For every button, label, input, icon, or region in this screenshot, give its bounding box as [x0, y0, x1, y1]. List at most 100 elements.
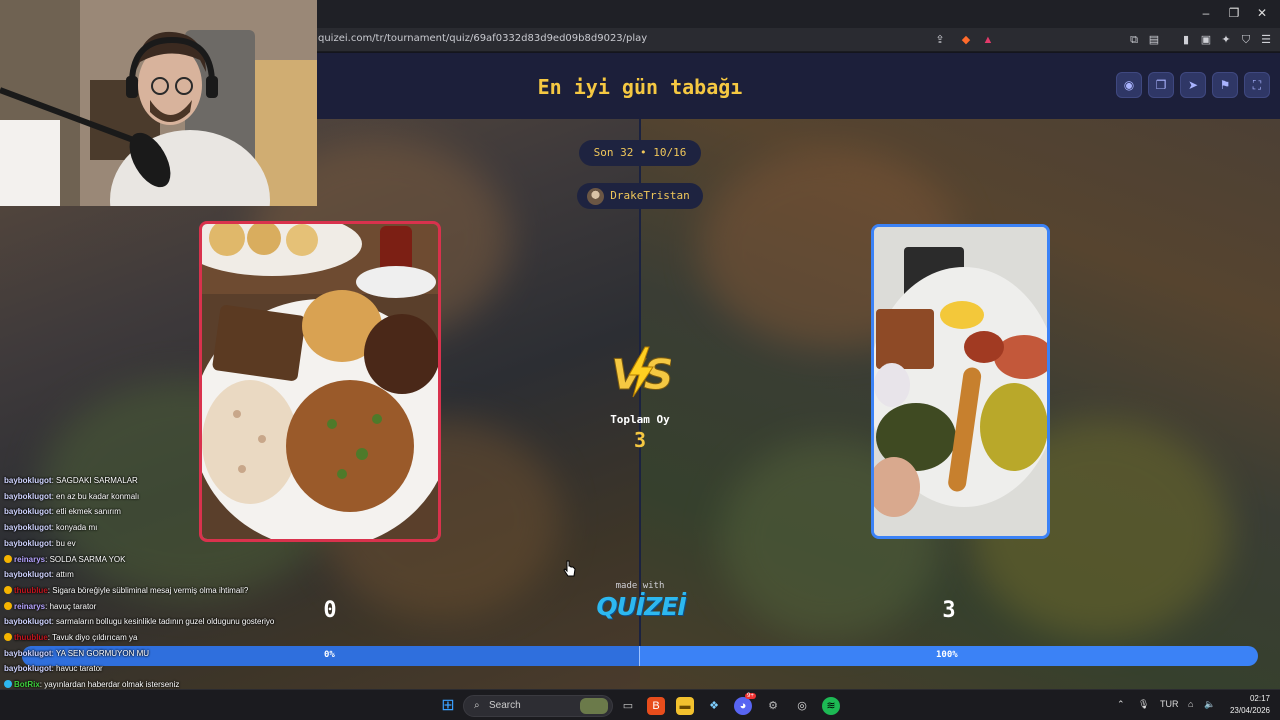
screen: – ❐ ✕ quizei.com/tr/tournament/quiz/69af…	[0, 0, 1280, 720]
chat-message: bayboklugot: etli ekmek sanırım	[4, 507, 121, 516]
leo-ai-icon[interactable]: ✦	[1218, 32, 1234, 48]
brave-rewards-icon[interactable]: ▲	[980, 32, 996, 48]
total-votes-label: Toplam Oy	[610, 413, 670, 426]
right-food-photo	[874, 227, 1047, 536]
menu-icon[interactable]: ☰	[1258, 32, 1274, 48]
chat-text: : SOLDA SARMA YOK	[45, 554, 126, 564]
progress-divider	[639, 646, 640, 666]
tray-expand-icon[interactable]: ⌃	[1117, 699, 1125, 710]
chat-message: thuublue: Tavuk diyo çıldırıcam ya	[4, 633, 137, 642]
close-button[interactable]: ✕	[1252, 6, 1272, 20]
chat-text: : en az bu kadar konmalı	[51, 491, 140, 501]
taskbar-search[interactable]: ⌕ Search	[463, 695, 613, 717]
bookmarks-icon[interactable]: ▤	[1146, 32, 1162, 48]
chat-text: : attım	[51, 570, 74, 580]
player-avatar	[587, 188, 604, 205]
chat-text: : Tavuk diyo çıldırıcam ya	[47, 633, 138, 642]
chat-text: : konyada mı	[51, 523, 98, 533]
chat-username: thuublue	[14, 633, 48, 642]
wallet-icon[interactable]: ▣	[1198, 32, 1214, 48]
chat-message: bayboklugot: sarmaların bollugu kesinlik…	[4, 617, 274, 626]
right-percent: 100%	[936, 650, 958, 660]
minimize-button[interactable]: –	[1196, 6, 1216, 20]
chat-message: bayboklugot: SAGDAKI SARMALAR	[4, 476, 138, 485]
brave-browser-icon[interactable]: B	[647, 697, 665, 715]
volume-icon[interactable]: 🔈	[1204, 699, 1215, 710]
search-highlight-icon	[580, 698, 608, 714]
quizei-logo[interactable]: QUİZEİ	[596, 592, 686, 621]
start-icon[interactable]: ⊞	[439, 697, 457, 715]
right-option-card[interactable]	[871, 224, 1050, 539]
chat-text: : havuç tarator	[45, 601, 97, 611]
chat-message: bayboklugot: YA SEN GORMUYON MU	[4, 649, 149, 658]
extensions-icon[interactable]: ⧉	[1126, 32, 1142, 48]
mouse-cursor-icon	[563, 560, 576, 577]
vs-icon: VS	[611, 346, 671, 399]
chat-badge-icon	[4, 601, 12, 610]
discord-badge: 9+	[745, 693, 756, 699]
chat-text: : YA SEN GORMUYON MU	[51, 648, 150, 658]
chat-username: bayboklugot	[4, 523, 52, 533]
chat-message: bayboklugot: havuc tarator	[4, 664, 103, 673]
player-name: DrakeTristan	[610, 189, 690, 202]
chat-username: bayboklugot	[4, 538, 52, 548]
language-indicator[interactable]: TUR	[1160, 699, 1179, 709]
chat-badge-icon	[4, 585, 12, 594]
spotify-icon[interactable]: ≋	[822, 697, 840, 715]
copy-icon[interactable]: ❐	[1148, 72, 1174, 98]
address-bar[interactable]: quizei.com/tr/tournament/quiz/69af0332d8…	[318, 33, 647, 44]
total-votes-count: 3	[633, 428, 647, 452]
clock-time: 02:17	[1249, 694, 1270, 703]
made-with-label: made with	[615, 581, 665, 591]
obs-icon[interactable]: ◎	[793, 697, 811, 715]
settings-icon[interactable]: ⚙	[764, 697, 782, 715]
chat-message: reinarys: havuç tarator	[4, 601, 97, 611]
app-icon[interactable]: ❖	[705, 697, 723, 715]
chat-text: : SAGDAKI SARMALAR	[51, 476, 138, 485]
clock-date: 23/04/2026	[1229, 706, 1270, 715]
chat-message: bayboklugot: attım	[4, 570, 74, 579]
round-badge: Son 32 • 10/16	[579, 140, 701, 166]
task-view-icon[interactable]: ▭	[619, 697, 637, 715]
chat-text: : havuc tarator	[51, 664, 103, 674]
clock[interactable]: 02:17 23/04/2026	[1226, 693, 1270, 717]
chat-username: bayboklugot	[4, 476, 52, 485]
discord-icon[interactable]: ◕	[734, 697, 752, 715]
chat-username: BotRix	[14, 680, 40, 690]
chat-badge-icon	[4, 680, 12, 689]
microphone-icon[interactable]: 🎙	[1138, 699, 1149, 710]
chat-badge-icon	[4, 554, 12, 563]
fullscreen-icon[interactable]: ⛶	[1244, 72, 1270, 98]
chat-username: bayboklugot	[4, 664, 52, 674]
search-icon: ⌕	[474, 700, 480, 711]
restore-button[interactable]: ❐	[1224, 6, 1244, 20]
chat-username: reinarys	[14, 601, 46, 611]
chat-username: bayboklugot	[4, 617, 52, 627]
chat-username: reinarys	[14, 554, 46, 564]
chat-text: : bu ev	[51, 538, 76, 548]
file-explorer-icon[interactable]: ▬	[676, 697, 694, 715]
chat-username: bayboklugot	[4, 507, 52, 517]
network-icon[interactable]: ⌂	[1188, 699, 1193, 709]
streamer-webcam	[0, 0, 317, 206]
chat-message: BotRix: yayınlardan haberdar olmak ister…	[4, 680, 179, 689]
brave-shield-icon[interactable]: ◆	[958, 32, 974, 48]
chat-username: thuublue	[14, 585, 48, 595]
sidebar-icon[interactable]: ▮	[1178, 32, 1194, 48]
chat-message: bayboklugot: en az bu kadar konmalı	[4, 492, 139, 501]
chat-username: bayboklugot	[4, 648, 52, 658]
send-icon[interactable]: ➤	[1180, 72, 1206, 98]
chat-message: reinarys: SOLDA SARMA YOK	[4, 554, 126, 564]
windows-taskbar: ⊞ ⌕ Search ▭ B ▬ ❖ ◕ 9+ ⚙ ◎ ≋ ⌃ 🎙 TUR ⌂ …	[0, 689, 1280, 720]
chat-overlay: bayboklugot: SAGDAKI SARMALAR bayboklugot…	[0, 472, 320, 720]
vpn-icon[interactable]: ⛉	[1238, 32, 1254, 48]
chat-message: thuublue: Sigara böreğiyle sübliminal me…	[4, 585, 248, 595]
player-badge: DrakeTristan	[577, 183, 703, 209]
chat-badge-icon	[4, 633, 12, 641]
chat-message: bayboklugot: bu ev	[4, 539, 76, 548]
chat-text: : etli ekmek sanırım	[51, 507, 121, 517]
share-icon[interactable]: ⇪	[932, 32, 948, 48]
chat-username: bayboklugot	[4, 491, 52, 501]
eye-icon[interactable]: ◉	[1116, 72, 1142, 98]
flag-icon[interactable]: ⚑	[1212, 72, 1238, 98]
